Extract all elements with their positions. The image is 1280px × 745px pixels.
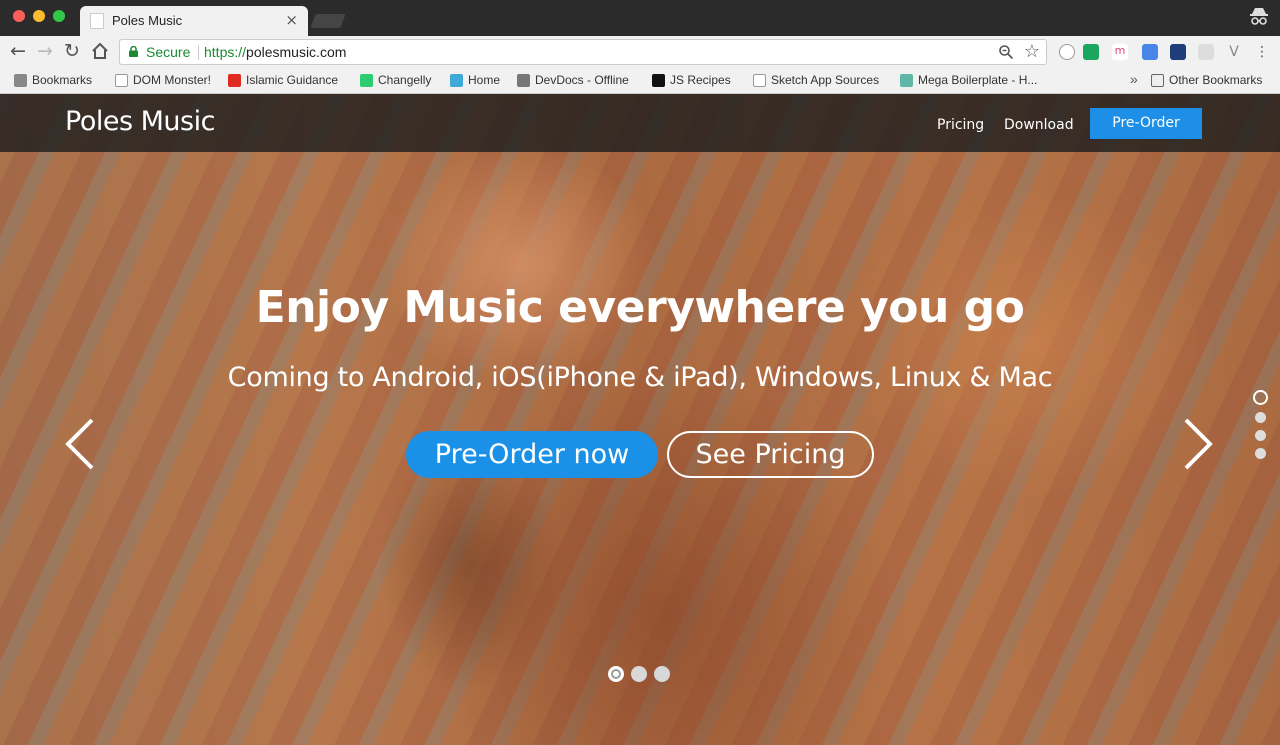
folder-icon [1151, 73, 1164, 87]
address-bar[interactable]: Secure https://polesmusic.com ☆ [119, 39, 1047, 65]
carousel-dot[interactable] [631, 666, 647, 682]
extension-new-icon[interactable] [1083, 44, 1099, 60]
section-indicator [1253, 390, 1268, 466]
forward-arrow-icon[interactable]: → [34, 40, 56, 62]
other-bookmarks-folder[interactable]: Other Bookmarks [1151, 73, 1262, 87]
bookmark-item[interactable]: DOM Monster! [115, 73, 211, 87]
browser-chrome: Poles Music × ← → ↻ Secure https://poles… [0, 0, 1280, 94]
bookmark-item[interactable]: Islamic Guidance [228, 73, 338, 87]
bookmark-label: Home [468, 73, 501, 87]
section-dot[interactable] [1253, 390, 1268, 405]
bookmark-label: Mega Boilerplate - H... [918, 73, 1038, 87]
section-dot[interactable] [1254, 412, 1266, 423]
flutter-icon [450, 73, 463, 87]
omnibox-divider [198, 45, 199, 60]
new-tab-button[interactable] [310, 14, 346, 28]
back-arrow-icon[interactable]: ← [7, 40, 29, 62]
chrome-menu-icon[interactable]: ⋮ [1254, 44, 1270, 60]
star-icon [14, 73, 27, 87]
bookmarks-bar: » Other Bookmarks Bookmarks DOM Monster! I… [0, 68, 1280, 94]
bookmark-label: DOM Monster! [133, 73, 212, 87]
bookmark-label: Islamic Guidance [246, 73, 339, 87]
more-bookmarks-icon[interactable]: » [1130, 71, 1138, 87]
bookmark-item[interactable]: DevDocs - Offline [517, 73, 629, 87]
bookmark-label: Bookmarks [32, 73, 93, 87]
bookmark-star-icon[interactable]: ☆ [1024, 41, 1040, 62]
extension-news-icon[interactable] [1170, 44, 1186, 60]
close-window-button[interactable] [13, 10, 25, 22]
reload-icon[interactable]: ↻ [61, 40, 83, 62]
nav-preorder-button[interactable]: Pre-Order [1090, 108, 1202, 139]
devdocs-icon [517, 73, 530, 87]
bookmark-label: JS Recipes [670, 73, 731, 87]
browser-tab-active[interactable]: Poles Music × [80, 6, 308, 36]
bookmark-item[interactable]: Mega Boilerplate - H... [900, 73, 1037, 87]
nav-link-pricing[interactable]: Pricing [937, 117, 984, 133]
tab-strip: Poles Music × [0, 0, 1280, 36]
carousel-next-arrow-icon[interactable] [1180, 416, 1220, 472]
hero-subheadline: Coming to Android, iOS(iPhone & iPad), W… [227, 362, 1053, 393]
bookmark-label: Changelly [378, 73, 432, 87]
secure-label: Secure [146, 44, 191, 60]
hero-overlay [0, 94, 1280, 745]
changelly-icon [360, 73, 373, 87]
site-logo[interactable]: Poles Music [65, 106, 215, 137]
hero-section: Poles Music Pricing Download Pre-Order E… [0, 94, 1280, 745]
incognito-icon[interactable] [1248, 5, 1270, 27]
nav-link-download[interactable]: Download [1004, 117, 1074, 133]
bookmark-label: Sketch App Sources [771, 73, 880, 87]
lock-icon [129, 46, 138, 57]
page-favicon-icon [90, 13, 104, 29]
url-text[interactable]: https://polesmusic.com [204, 44, 346, 60]
tab-title: Poles Music [112, 13, 183, 28]
section-dot[interactable] [1254, 448, 1266, 459]
tab-close-icon[interactable]: × [285, 11, 298, 29]
youtube-icon [228, 73, 241, 87]
home-icon[interactable] [89, 40, 111, 62]
bookmark-label: DevDocs - Offline [535, 73, 629, 87]
carousel-dot[interactable] [608, 666, 624, 682]
bookmark-item[interactable]: Changelly [360, 73, 431, 87]
boilerplate-icon [900, 73, 913, 87]
page-icon [753, 73, 766, 87]
preorder-now-button[interactable]: Pre-Order now [406, 431, 658, 478]
google-translate-icon[interactable] [1142, 44, 1158, 60]
terminal-icon [652, 73, 665, 87]
vue-devtools-icon[interactable]: V [1226, 44, 1242, 60]
extension-m-icon[interactable]: m [1112, 44, 1128, 60]
page-icon [115, 73, 128, 87]
hero-headline: Enjoy Music everywhere you go [255, 282, 1025, 333]
carousel-prev-arrow-icon[interactable] [58, 416, 98, 472]
carousel-indicator [608, 666, 677, 682]
bookmark-item[interactable]: JS Recipes [652, 73, 731, 87]
zoom-window-button[interactable] [53, 10, 65, 22]
extension-box-icon[interactable] [1198, 44, 1214, 60]
see-pricing-button[interactable]: See Pricing [667, 431, 874, 478]
section-dot[interactable] [1254, 430, 1266, 441]
zoom-icon[interactable] [998, 44, 1014, 60]
bookmark-item[interactable]: Home [450, 73, 500, 87]
browser-toolbar: ← → ↻ Secure https://polesmusic.com ☆ m [0, 36, 1280, 68]
minimize-window-button[interactable] [33, 10, 45, 22]
extension-circle-icon[interactable] [1059, 44, 1075, 60]
bookmark-item[interactable]: Bookmarks [14, 73, 92, 87]
site-navbar: Poles Music Pricing Download Pre-Order [0, 94, 1280, 152]
bookmark-item[interactable]: Sketch App Sources [753, 73, 879, 87]
carousel-dot[interactable] [654, 666, 670, 682]
